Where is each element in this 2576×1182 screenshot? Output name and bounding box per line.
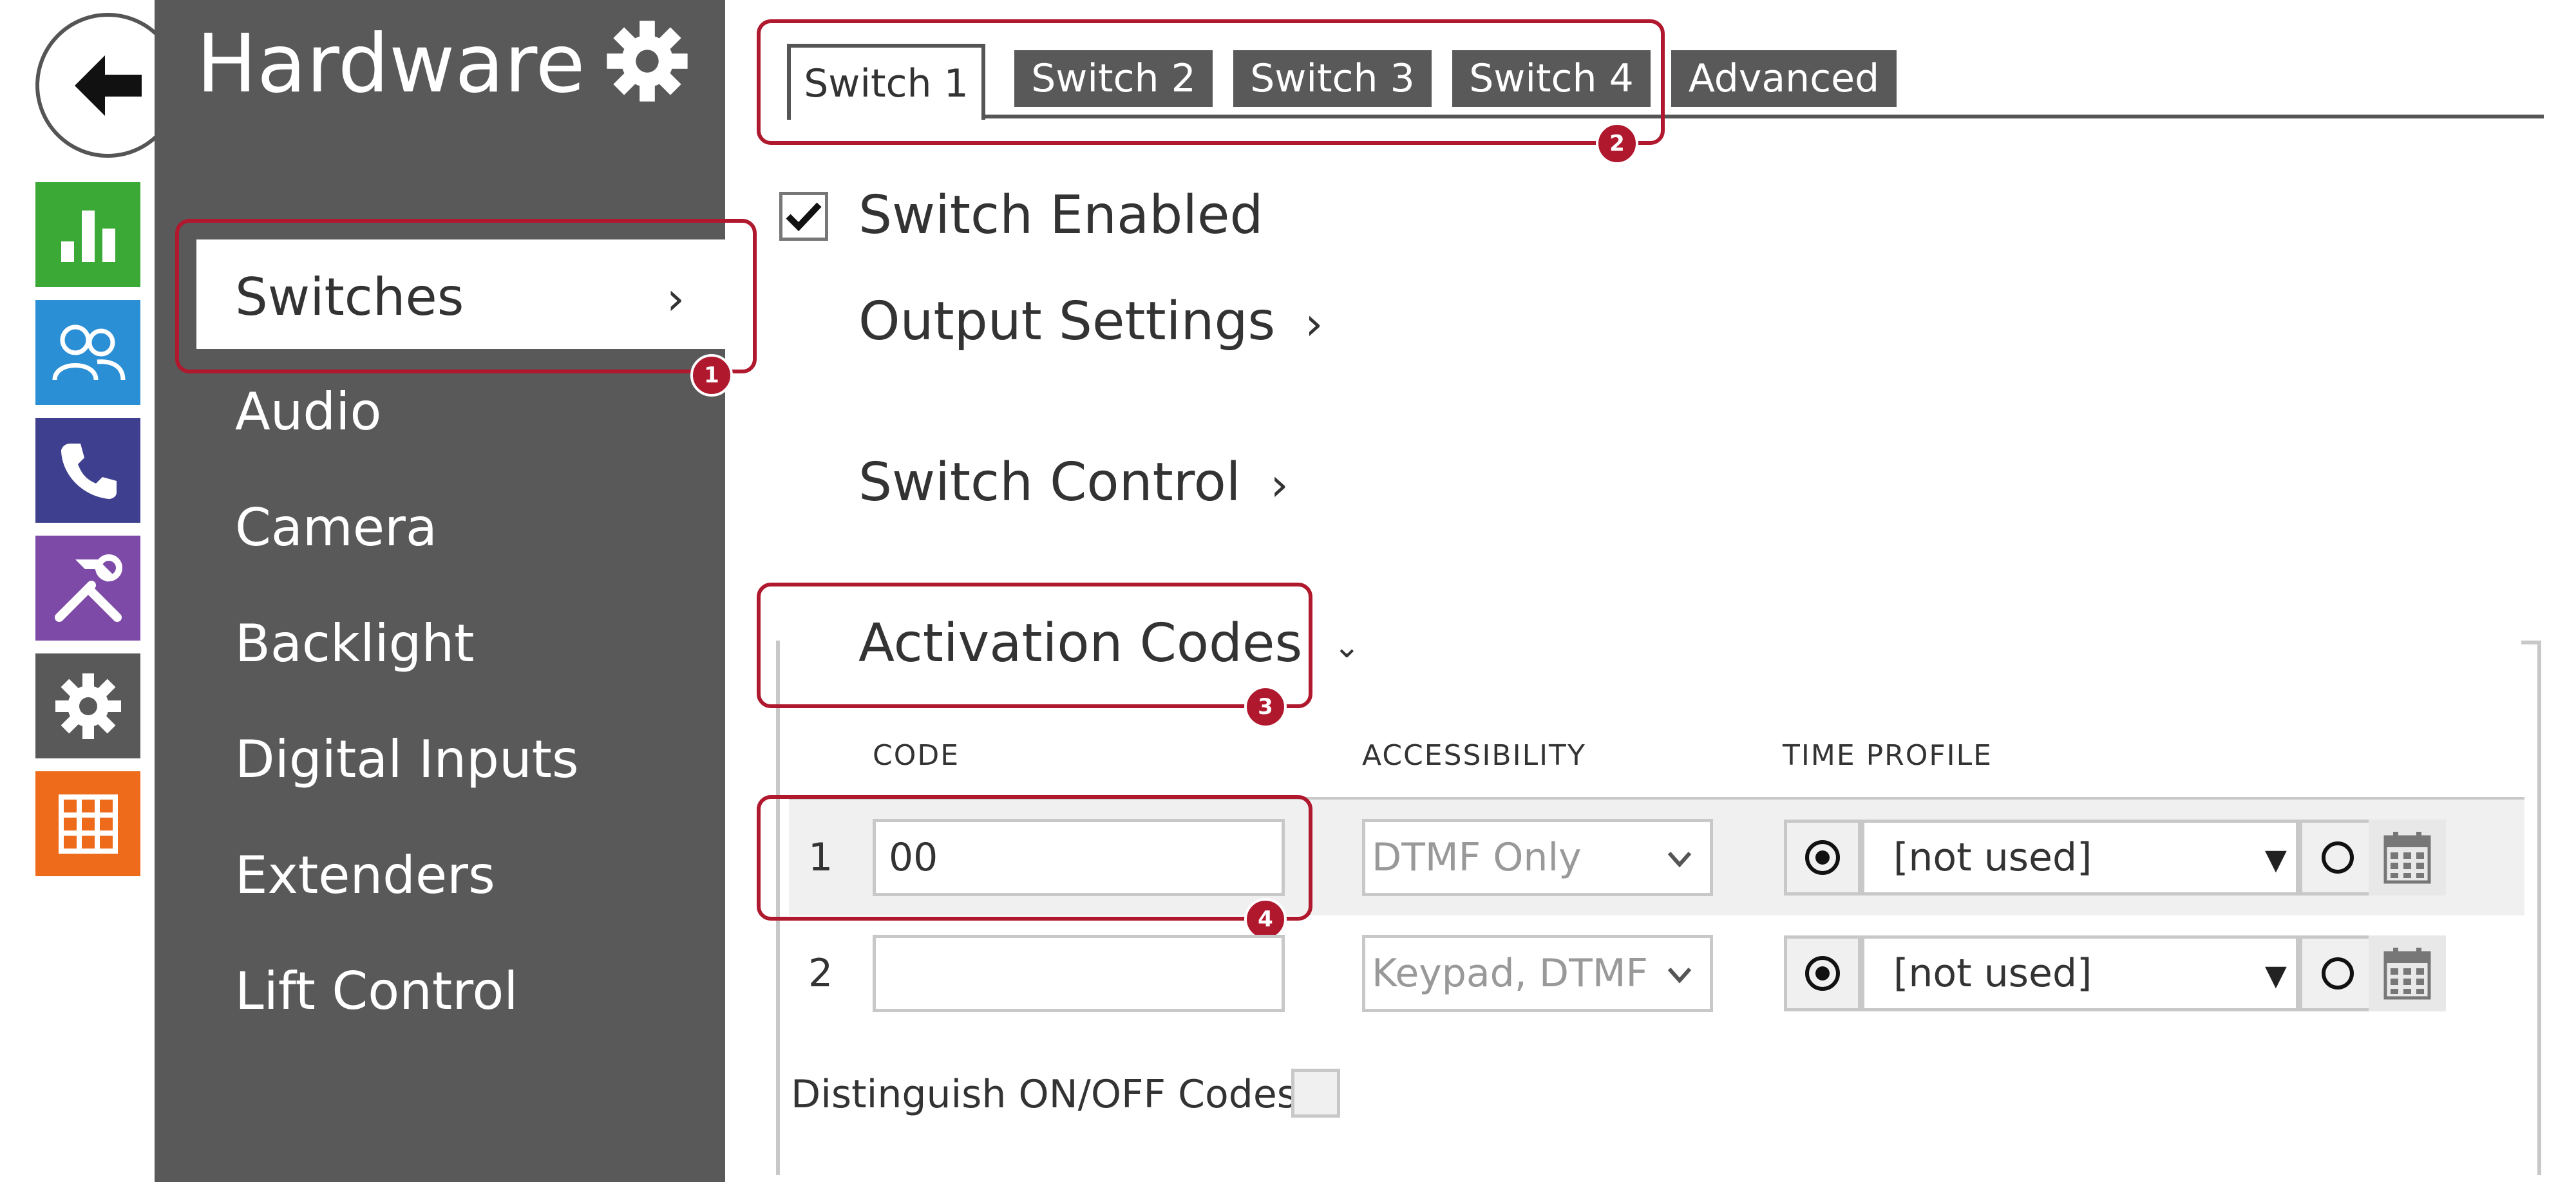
chevron-right-icon: › — [1270, 458, 1289, 511]
distinguish-codes-checkbox[interactable] — [1291, 1069, 1340, 1118]
section-frame-top-right — [2521, 641, 2541, 644]
switch-control-label: Switch Control — [858, 452, 1241, 513]
output-settings-label: Output Settings — [858, 291, 1276, 352]
chevron-down-icon — [1667, 968, 1692, 984]
services-icon[interactable] — [35, 536, 140, 641]
time-profile-radio-selected[interactable] — [1784, 820, 1861, 896]
time-profile-value: [not used] — [1893, 951, 2092, 996]
accessibility-select[interactable]: DTMF Only — [1362, 819, 1713, 896]
section-frame-right — [2537, 641, 2541, 1175]
time-profile-radio-selected[interactable] — [1784, 935, 1861, 1011]
annotation-badge-2: 2 — [1596, 122, 1638, 165]
annotation-badge-1: 1 — [690, 354, 733, 397]
calendar-icon[interactable] — [2369, 935, 2446, 1011]
sidebar-item-camera[interactable]: Camera — [235, 496, 437, 560]
row-index: 2 — [808, 951, 833, 996]
chevron-right-icon: › — [1305, 297, 1323, 350]
sidebar-title: Hardware — [196, 17, 585, 111]
time-profile-radio-unselected[interactable] — [2299, 820, 2376, 896]
code-input[interactable] — [873, 935, 1285, 1012]
annotation-box-4 — [757, 795, 1312, 921]
switch-control-link[interactable]: Switch Control › — [858, 451, 1289, 517]
accessibility-value: Keypad, DTMF — [1372, 951, 1648, 996]
sidebar-item-backlight[interactable]: Backlight — [235, 612, 475, 676]
distinguish-codes-label: Distinguish ON/OFF Codes — [791, 1072, 1298, 1117]
arrow-left-icon — [74, 55, 142, 116]
calendar-icon[interactable] — [2369, 820, 2446, 896]
annotation-box-3 — [757, 583, 1312, 708]
time-profile-value: [not used] — [1893, 835, 2092, 880]
gear-icon — [605, 19, 689, 103]
chevron-down-icon — [1667, 852, 1692, 868]
tab-advanced[interactable]: Advanced — [1671, 50, 1897, 107]
annotation-box-1 — [175, 219, 757, 373]
column-header-code: CODE — [873, 739, 960, 772]
hardware-icon[interactable] — [35, 653, 140, 758]
time-profile-select[interactable]: [not used] ▼ — [1861, 935, 2299, 1011]
phone-icon[interactable] — [35, 418, 140, 523]
chevron-down-icon: ⌄ — [1333, 628, 1361, 665]
sidebar-item-digital-inputs[interactable]: Digital Inputs — [235, 727, 579, 792]
annotation-box-2 — [757, 19, 1665, 145]
sidebar-item-lift-control[interactable]: Lift Control — [235, 959, 518, 1024]
dropdown-arrow-icon: ▼ — [2265, 959, 2287, 992]
status-icon[interactable] — [35, 182, 140, 287]
accessibility-select[interactable]: Keypad, DTMF — [1362, 935, 1713, 1012]
system-icon[interactable] — [35, 771, 140, 876]
column-header-accessibility: ACCESSIBILITY — [1362, 739, 1586, 772]
column-header-time-profile: TIME PROFILE — [1783, 739, 1993, 772]
sidebar-item-audio[interactable]: Audio — [235, 380, 381, 444]
dropdown-arrow-icon: ▼ — [2265, 843, 2287, 876]
accessibility-value: DTMF Only — [1372, 835, 1582, 880]
output-settings-link[interactable]: Output Settings › — [858, 290, 1323, 356]
time-profile-radio-unselected[interactable] — [2299, 935, 2376, 1011]
annotation-badge-3: 3 — [1244, 686, 1287, 728]
directory-icon[interactable] — [35, 300, 140, 405]
checkmark-icon — [786, 202, 822, 232]
switch-enabled-label: Switch Enabled — [858, 185, 1264, 246]
switch-enabled-checkbox[interactable] — [779, 192, 828, 241]
time-profile-select[interactable]: [not used] ▼ — [1861, 820, 2299, 896]
sidebar-item-extenders[interactable]: Extenders — [235, 843, 495, 908]
